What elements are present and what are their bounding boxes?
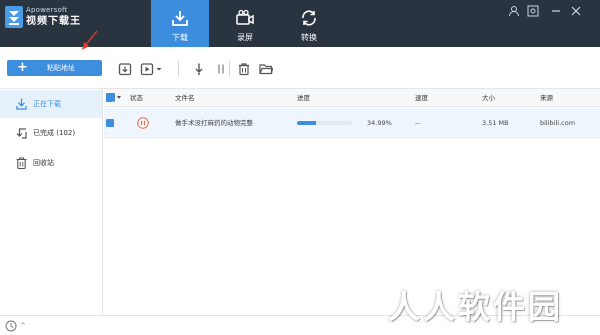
sidebar-item-label: 已完成 (102) [33, 129, 76, 137]
minimize-icon[interactable] [550, 5, 562, 17]
clock-icon[interactable] [5, 320, 17, 332]
toolbar: + 粘贴地址 [0, 47, 600, 89]
progress-bar [297, 121, 352, 125]
check-icon [107, 101, 114, 107]
brand-cn: 视频下载王 [26, 16, 81, 27]
tab-record[interactable]: 录屏 [216, 0, 274, 47]
annotation-arrow [82, 30, 98, 50]
play-video-icon[interactable] [140, 62, 154, 76]
row-checkbox[interactable] [106, 119, 114, 133]
completed-icon [16, 128, 27, 139]
start-download-icon[interactable] [192, 62, 206, 76]
table-header: 状态 文件名 进度 速度 大小 来源 [104, 89, 600, 107]
column-header-status: 状态 [130, 94, 143, 102]
sidebar-item-label: 正在下载 [33, 100, 61, 108]
settings-icon[interactable] [527, 5, 539, 17]
pause-all-icon[interactable] [214, 62, 228, 76]
close-icon[interactable] [570, 5, 582, 17]
table-row[interactable]: 做手术没打麻药的动物完整 34.99% -- 3.51 MB bilibili.… [104, 108, 600, 138]
chevron-down-icon[interactable] [117, 96, 121, 99]
chevron-down-icon[interactable] [155, 62, 163, 76]
row-source: bilibili.com [540, 119, 576, 127]
toolbar-divider [178, 61, 179, 77]
tab-convert-label: 转换 [301, 33, 317, 42]
sidebar-item-label: 回收站 [33, 159, 54, 167]
import-icon[interactable] [118, 62, 132, 76]
column-header-source: 来源 [540, 94, 553, 102]
download-icon [172, 11, 188, 26]
trash-icon [16, 157, 27, 169]
plus-icon: + [17, 60, 28, 75]
row-size: 3.51 MB [482, 119, 509, 127]
row-progress-text: 34.99% [367, 119, 392, 127]
convert-icon [302, 10, 316, 26]
brand-en: Apowersoft [26, 6, 68, 14]
chevron-up-icon[interactable]: ^ [20, 322, 26, 330]
column-header-progress: 进度 [297, 94, 310, 102]
watermark: 人人软件园 [388, 288, 564, 326]
select-all-checkbox[interactable] [106, 93, 115, 107]
progress-bar-fill [297, 121, 317, 125]
toolbar-divider [229, 61, 230, 77]
video-camera-icon [236, 9, 254, 25]
paste-url-button[interactable]: + 粘贴地址 [7, 60, 102, 76]
sidebar-item-recycle-bin[interactable]: 回收站 [0, 149, 102, 177]
sidebar: 正在下载 已完成 (102) 回收站 [0, 89, 103, 315]
app-logo-icon [5, 6, 23, 28]
sidebar-item-downloading[interactable]: 正在下载 [0, 90, 102, 118]
tab-record-label: 录屏 [237, 33, 253, 42]
tab-download[interactable]: 下载 [151, 0, 209, 47]
brand: Apowersoft 视频下载王 [26, 6, 81, 28]
column-header-filename: 文件名 [175, 94, 195, 102]
sidebar-item-completed[interactable]: 已完成 (102) [0, 119, 102, 147]
row-speed: -- [415, 119, 420, 127]
paste-url-label: 粘贴地址 [47, 64, 75, 72]
tab-convert[interactable]: 转换 [280, 0, 338, 47]
column-header-size: 大小 [482, 94, 495, 102]
download-icon [16, 98, 27, 110]
column-header-speed: 速度 [415, 94, 428, 102]
tab-download-label: 下载 [172, 33, 188, 42]
delete-icon[interactable] [237, 62, 251, 76]
user-icon[interactable] [508, 5, 520, 17]
open-folder-icon[interactable] [259, 62, 273, 76]
check-icon [107, 127, 113, 133]
pause-icon[interactable] [137, 117, 149, 129]
row-filename: 做手术没打麻药的动物完整 [175, 119, 253, 127]
